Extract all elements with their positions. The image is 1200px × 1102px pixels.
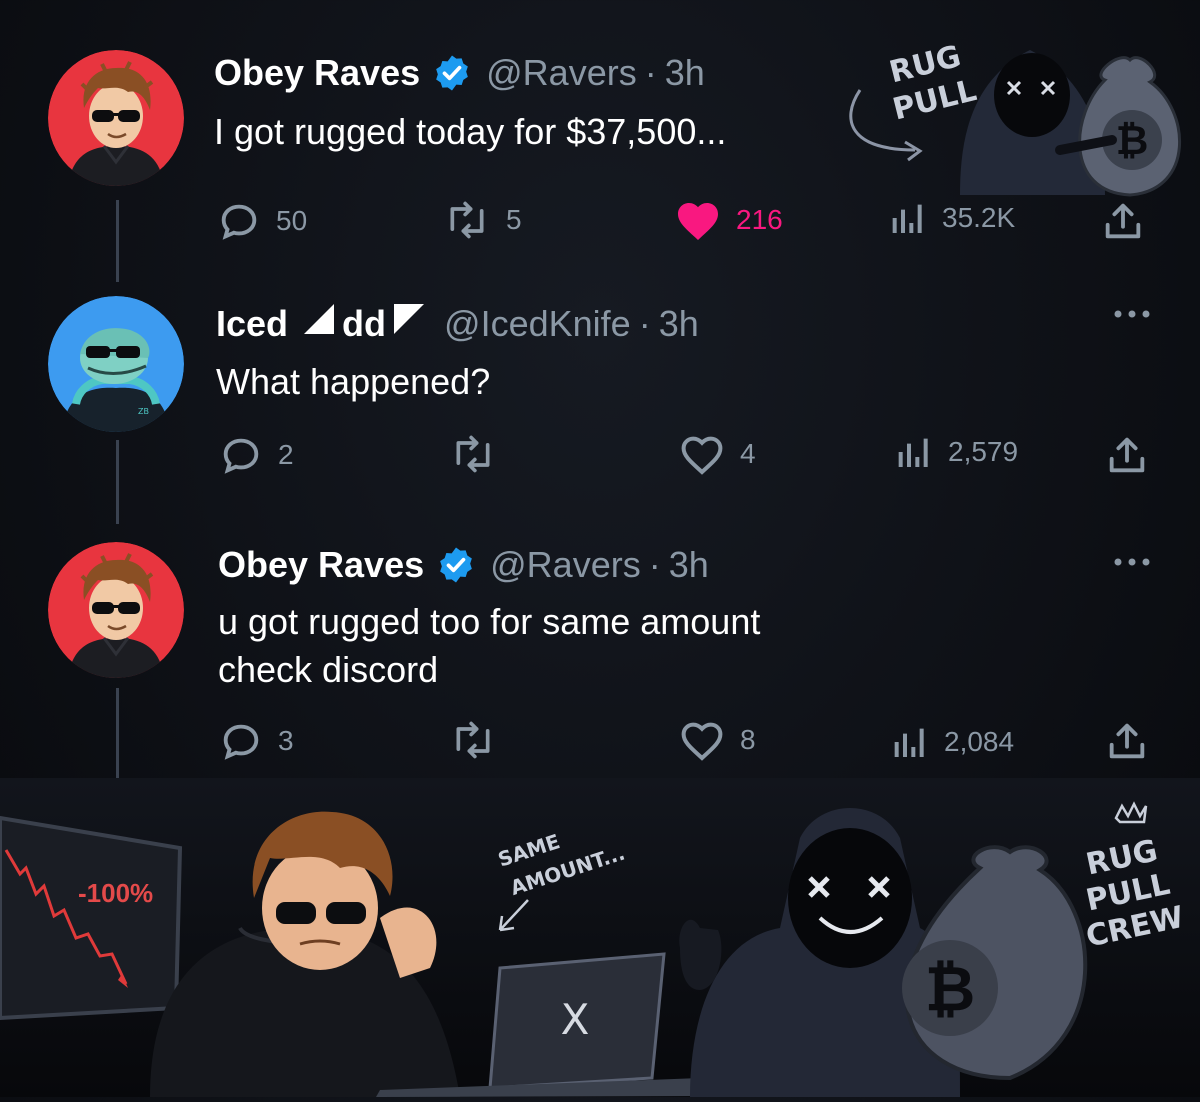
share-button[interactable] [1100,198,1160,244]
tweet-text: I got rugged today for $37,500... [214,111,727,152]
heart-icon [678,432,726,476]
thread-line-3 [116,688,119,780]
share-icon [1104,432,1150,478]
share-icon [1100,198,1146,244]
share-icon [1104,718,1150,764]
view-count: 2,579 [948,436,1019,467]
view-count: 2,084 [944,726,1015,757]
bitcoin-icon: ₿ [925,952,976,1025]
share-button[interactable] [1104,718,1164,764]
like-button[interactable]: 8 [678,718,756,762]
more-options-button[interactable] [1112,306,1152,327]
share-button[interactable] [1104,432,1164,478]
avatar[interactable]: ZB [48,296,184,432]
verified-icon [436,545,476,585]
timestamp[interactable]: 3h [659,303,699,345]
heart-icon [678,718,726,762]
repost-count: 5 [506,204,522,235]
tweet-header: Iced dd @IcedKnife · 3h [216,302,699,345]
views-icon [894,432,934,472]
tweet-header: Obey Raves @Ravers · 3h [218,544,709,586]
views-button[interactable]: 2,084 [890,722,1014,762]
repost-icon [448,432,498,476]
repost-icon [448,718,498,762]
author-name-part2[interactable]: dd [342,303,386,345]
more-icon [1112,309,1152,326]
reply-button[interactable]: 2 [218,432,294,478]
like-button[interactable]: 216 [674,198,783,242]
tweet-text: u got rugged too for same amount check d… [218,601,761,690]
author-name[interactable]: Obey Raves [218,544,424,586]
view-count: 35.2K [942,202,1016,233]
reply-count: 50 [276,205,308,236]
triangle-left-icon [302,302,336,345]
repost-button[interactable] [448,432,512,476]
reply-button[interactable]: 50 [216,198,307,244]
rug-pull-illustration: -100% X SAME AMOUNT... ₿ RUG PULL CREW [0,778,1200,1097]
separator-dot: · [644,52,657,93]
avatar[interactable] [48,542,184,678]
thread-line-2 [116,440,119,524]
views-icon [890,722,930,762]
reply-count: 2 [278,439,294,470]
reply-count: 3 [278,725,294,756]
thread-line-1 [116,200,119,282]
views-icon [888,198,928,238]
chart-label: -100% [78,878,153,908]
triangle-right-icon [392,302,426,345]
reply-button[interactable]: 3 [218,718,294,764]
views-button[interactable]: 2,579 [894,432,1018,472]
heart-icon [674,198,722,242]
tweet-text: What happened? [216,361,491,402]
views-button[interactable]: 35.2K [888,198,1015,238]
repost-button[interactable] [448,718,512,762]
like-button[interactable]: 4 [678,432,756,476]
bitcoin-icon: ₿ [1116,118,1149,164]
rug-pull-sticker: RUG PULL ₿ [820,20,1200,200]
laptop-logo: X [561,995,590,1044]
author-handle[interactable]: @Ravers [486,52,637,94]
crash-monitor: -100% [0,815,183,1021]
author-handle[interactable]: @IcedKnife [444,303,631,345]
like-count: 4 [740,438,756,469]
like-count: 216 [736,204,783,235]
avatar[interactable] [48,50,184,186]
timestamp[interactable]: 3h [665,52,705,94]
more-options-button[interactable] [1112,554,1152,575]
more-icon [1112,557,1152,574]
reply-icon [218,718,264,764]
separator-dot: · [638,302,651,344]
timestamp[interactable]: 3h [669,544,709,586]
reply-icon [216,198,262,244]
separator-dot: · [648,544,661,585]
svg-text:ZB: ZB [138,407,149,416]
reply-icon [218,432,264,478]
like-count: 8 [740,724,756,755]
author-handle[interactable]: @Ravers [490,544,641,586]
verified-icon [432,53,472,93]
tweet-header: Obey Raves @Ravers · 3h [214,52,705,94]
author-name[interactable]: Obey Raves [214,52,420,94]
repost-icon [442,198,492,242]
repost-button[interactable]: 5 [442,198,522,242]
author-name-part1[interactable]: Iced [216,303,288,345]
